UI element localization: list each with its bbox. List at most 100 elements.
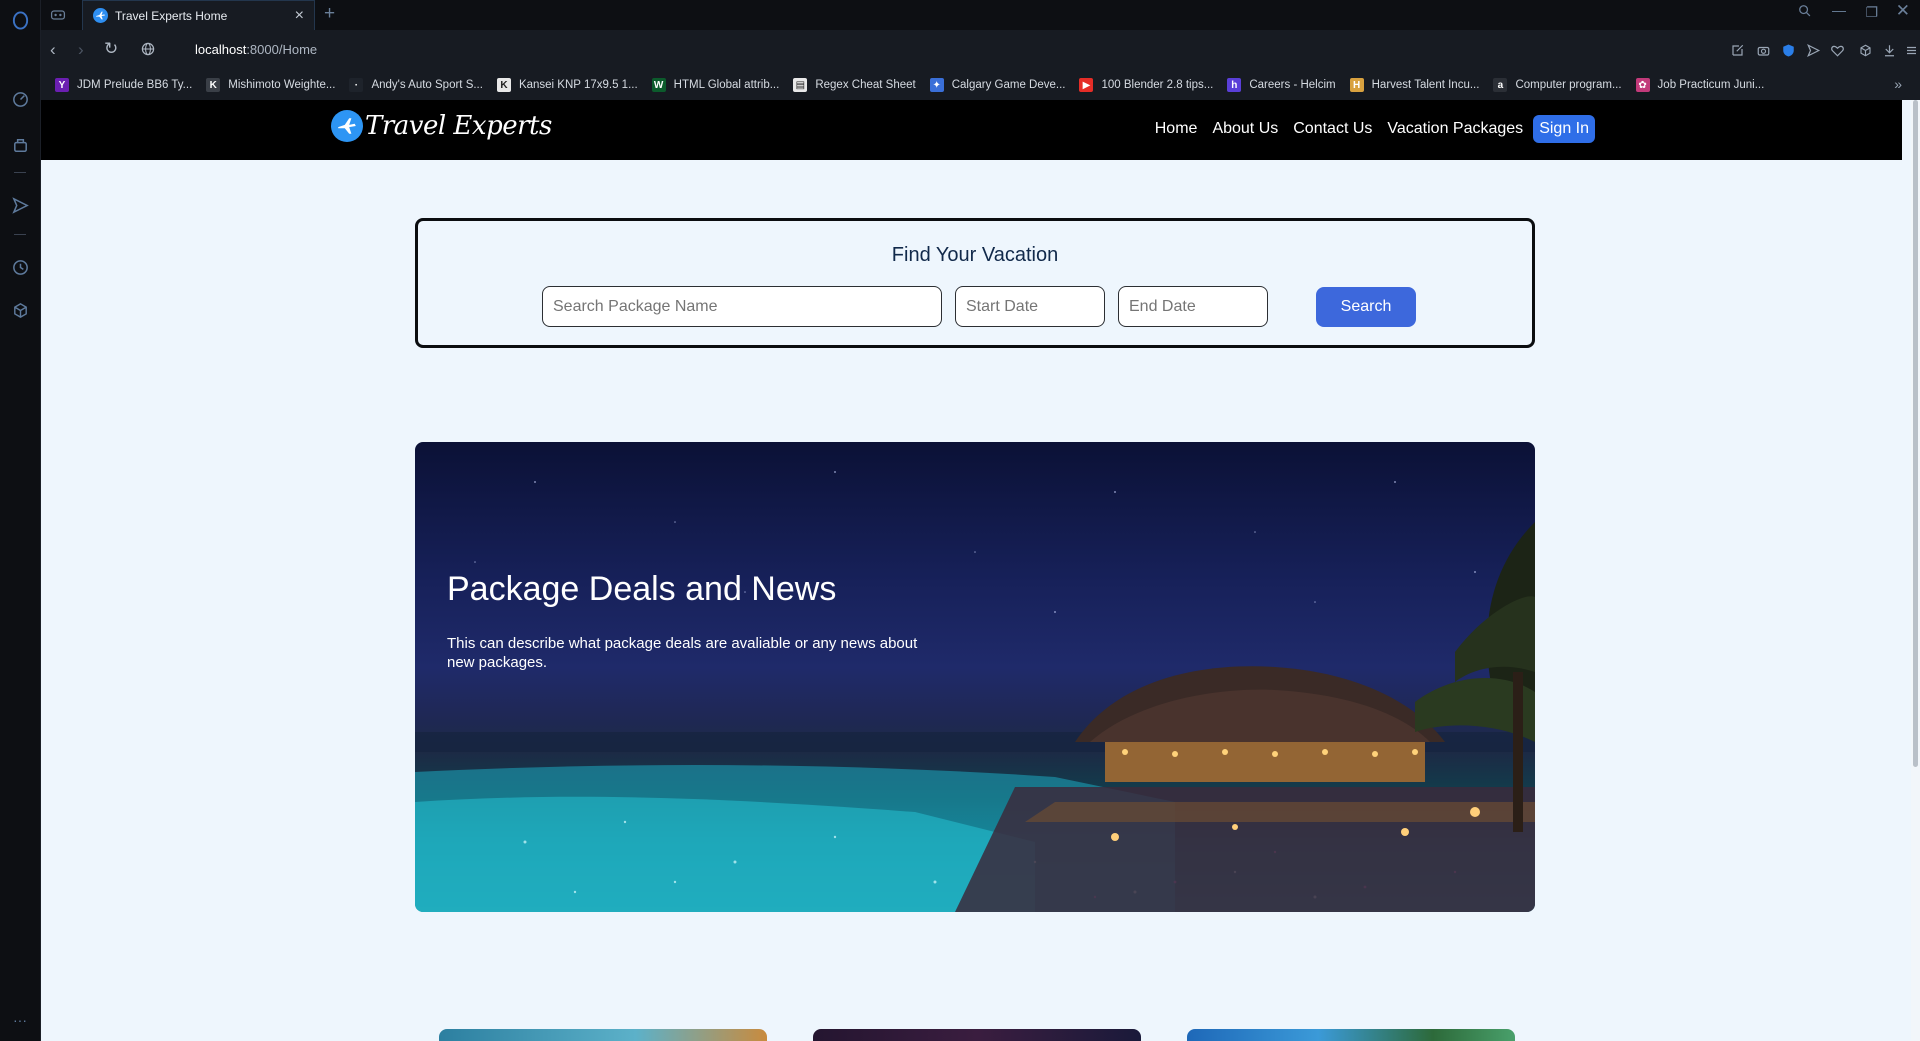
end-date-input[interactable] <box>1118 286 1268 327</box>
package-card[interactable] <box>1187 1029 1515 1041</box>
snapshot-camera-icon[interactable] <box>1754 41 1772 59</box>
new-tab-icon[interactable]: + <box>324 3 335 25</box>
bookmark-favicon-icon: H <box>1349 78 1364 92</box>
bookmark-item[interactable]: · Andy's Auto Sport S... <box>349 78 483 92</box>
rail-divider <box>14 172 26 173</box>
search-card-title: Find Your Vacation <box>891 244 1059 266</box>
speed-dial-icon[interactable] <box>8 87 32 111</box>
bookmark-favicon-icon: · <box>349 78 364 92</box>
hero-title: Package Deals and News <box>447 570 837 608</box>
nav-contact-us[interactable]: Contact Us <box>1293 120 1372 138</box>
airplane-logo-icon <box>331 110 363 142</box>
more-options-icon[interactable]: ··· <box>8 1008 32 1032</box>
url-field[interactable]: localhost:8000/Home <box>195 42 317 57</box>
nav-vacation-packages[interactable]: Vacation Packages <box>1387 120 1523 138</box>
send-page-icon[interactable] <box>1804 41 1822 59</box>
bookmark-item[interactable]: K Mishimoto Weighte... <box>206 78 335 92</box>
hero-banner: Package Deals and News This can describe… <box>415 442 1535 912</box>
site-info-globe-icon[interactable] <box>140 41 156 60</box>
start-date-input[interactable] <box>955 286 1105 327</box>
bookmark-label: Kansei KNP 17x9.5 1... <box>518 79 638 91</box>
bookmark-favicon-icon: K <box>496 78 511 92</box>
logo-text: Travel Experts <box>365 111 552 141</box>
bookmark-label: Harvest Talent Incu... <box>1371 79 1480 91</box>
main-nav: Home About Us Contact Us Vacation Packag… <box>1140 115 1595 143</box>
send-icon[interactable] <box>8 193 32 217</box>
more-bookmarks-icon[interactable]: » <box>1894 76 1902 92</box>
hero-background-image <box>415 471 1535 912</box>
sign-in-button[interactable]: Sign In <box>1533 115 1595 143</box>
nav-home[interactable]: Home <box>1155 120 1198 138</box>
vacation-search-card: Find Your Vacation Search <box>415 218 1535 348</box>
bookmark-favicon-icon: h <box>1227 78 1242 92</box>
browser-sidebar: ··· <box>0 0 41 1041</box>
reload-icon[interactable]: ↻ <box>104 40 118 57</box>
heart-icon[interactable] <box>1828 41 1846 59</box>
bookmark-label: Computer program... <box>1515 79 1622 91</box>
package-card[interactable] <box>813 1029 1141 1041</box>
site-logo[interactable]: Travel Experts <box>331 110 552 142</box>
easy-setup-menu-icon[interactable] <box>1902 41 1920 59</box>
bookmark-favicon-icon: ✦ <box>929 78 944 92</box>
close-window-icon[interactable]: ✕ <box>1896 1 1910 21</box>
search-button[interactable]: Search <box>1316 287 1416 327</box>
edit-page-icon[interactable] <box>1728 41 1746 59</box>
site-header: Travel Experts Home About Us Contact Us … <box>41 100 1902 160</box>
bookmark-item[interactable]: ✿ Job Practicum Juni... <box>1635 78 1765 92</box>
bookmark-item[interactable]: a Computer program... <box>1493 78 1622 92</box>
tab-travel-experts[interactable]: Travel Experts Home × <box>82 0 315 30</box>
bookmark-label: Mishimoto Weighte... <box>228 79 336 91</box>
search-tabs-icon[interactable] <box>1798 4 1812 21</box>
bookmark-item[interactable]: K Kansei KNP 17x9.5 1... <box>496 78 638 92</box>
bookmark-item[interactable]: ✦ Calgary Game Deve... <box>929 78 1066 92</box>
package-card[interactable] <box>439 1029 767 1041</box>
airplane-favicon-icon <box>93 8 108 23</box>
bookmark-label: Careers - Helcim <box>1249 79 1336 91</box>
bookmark-item[interactable]: H Harvest Talent Incu... <box>1349 78 1480 92</box>
url-host: localhost <box>195 42 247 57</box>
downloads-icon[interactable] <box>1880 41 1898 59</box>
bookmark-favicon-icon: ▤ <box>793 78 808 92</box>
bookmark-item[interactable]: Y JDM Prelude BB6 Ty... <box>55 78 192 92</box>
bookmark-favicon-icon: ▶ <box>1079 78 1094 92</box>
bookmark-item[interactable]: W HTML Global attrib... <box>651 78 780 92</box>
bookmark-item[interactable]: ▶ 100 Blender 2.8 tips... <box>1079 78 1213 92</box>
bookmark-favicon-icon: K <box>206 78 221 92</box>
rail-divider <box>14 234 26 235</box>
tab-strip: Travel Experts Home × + — ❐ ✕ <box>41 0 1920 30</box>
bookmark-favicon-icon: Y <box>55 78 69 92</box>
workspaces-icon[interactable] <box>8 133 32 157</box>
history-icon[interactable] <box>8 255 32 279</box>
hero-description: This can describe what package deals are… <box>447 635 918 671</box>
forward-icon[interactable]: › <box>78 41 84 58</box>
address-bar: ‹ › ↻ localhost:8000/Home <box>41 30 1920 70</box>
bookmark-favicon-icon: a <box>1493 78 1508 92</box>
bookmark-label: Job Practicum Juni... <box>1657 79 1765 91</box>
bookmark-label: HTML Global attrib... <box>673 79 780 91</box>
url-path: :8000/Home <box>246 42 318 57</box>
page-scrollbar[interactable] <box>1911 100 1920 1041</box>
tab-title: Travel Experts Home <box>115 8 228 23</box>
bookmark-label: Andy's Auto Sport S... <box>371 79 483 91</box>
page-viewport: Travel Experts Home About Us Contact Us … <box>41 100 1911 1041</box>
close-tab-icon[interactable]: × <box>295 7 304 25</box>
bookmark-label: Calgary Game Deve... <box>951 79 1066 91</box>
package-name-input[interactable] <box>542 286 942 327</box>
nav-about-us[interactable]: About Us <box>1212 120 1278 138</box>
minimize-icon[interactable]: — <box>1832 2 1846 18</box>
opera-menu-icon[interactable] <box>8 8 32 32</box>
extensions-icon[interactable] <box>1856 41 1874 59</box>
scrollbar-thumb[interactable] <box>1913 100 1918 767</box>
back-icon[interactable]: ‹ <box>50 41 56 58</box>
tab-menu-icon[interactable] <box>47 5 69 25</box>
vpn-shield-icon[interactable] <box>1779 41 1797 59</box>
bookmark-favicon-icon: ✿ <box>1635 78 1650 92</box>
bookmarks-bar: Y JDM Prelude BB6 Ty... K Mishimoto Weighte… <box>41 70 1920 100</box>
bookmark-favicon-icon: W <box>651 78 666 92</box>
bookmark-label: 100 Blender 2.8 tips... <box>1101 79 1214 91</box>
bookmark-item[interactable]: h Careers - Helcim <box>1227 78 1336 92</box>
extensions-cube-icon[interactable] <box>8 298 32 322</box>
bookmark-label: JDM Prelude BB6 Ty... <box>77 79 193 91</box>
restore-icon[interactable]: ❐ <box>1865 4 1878 21</box>
bookmark-item[interactable]: ▤ Regex Cheat Sheet <box>793 78 916 92</box>
